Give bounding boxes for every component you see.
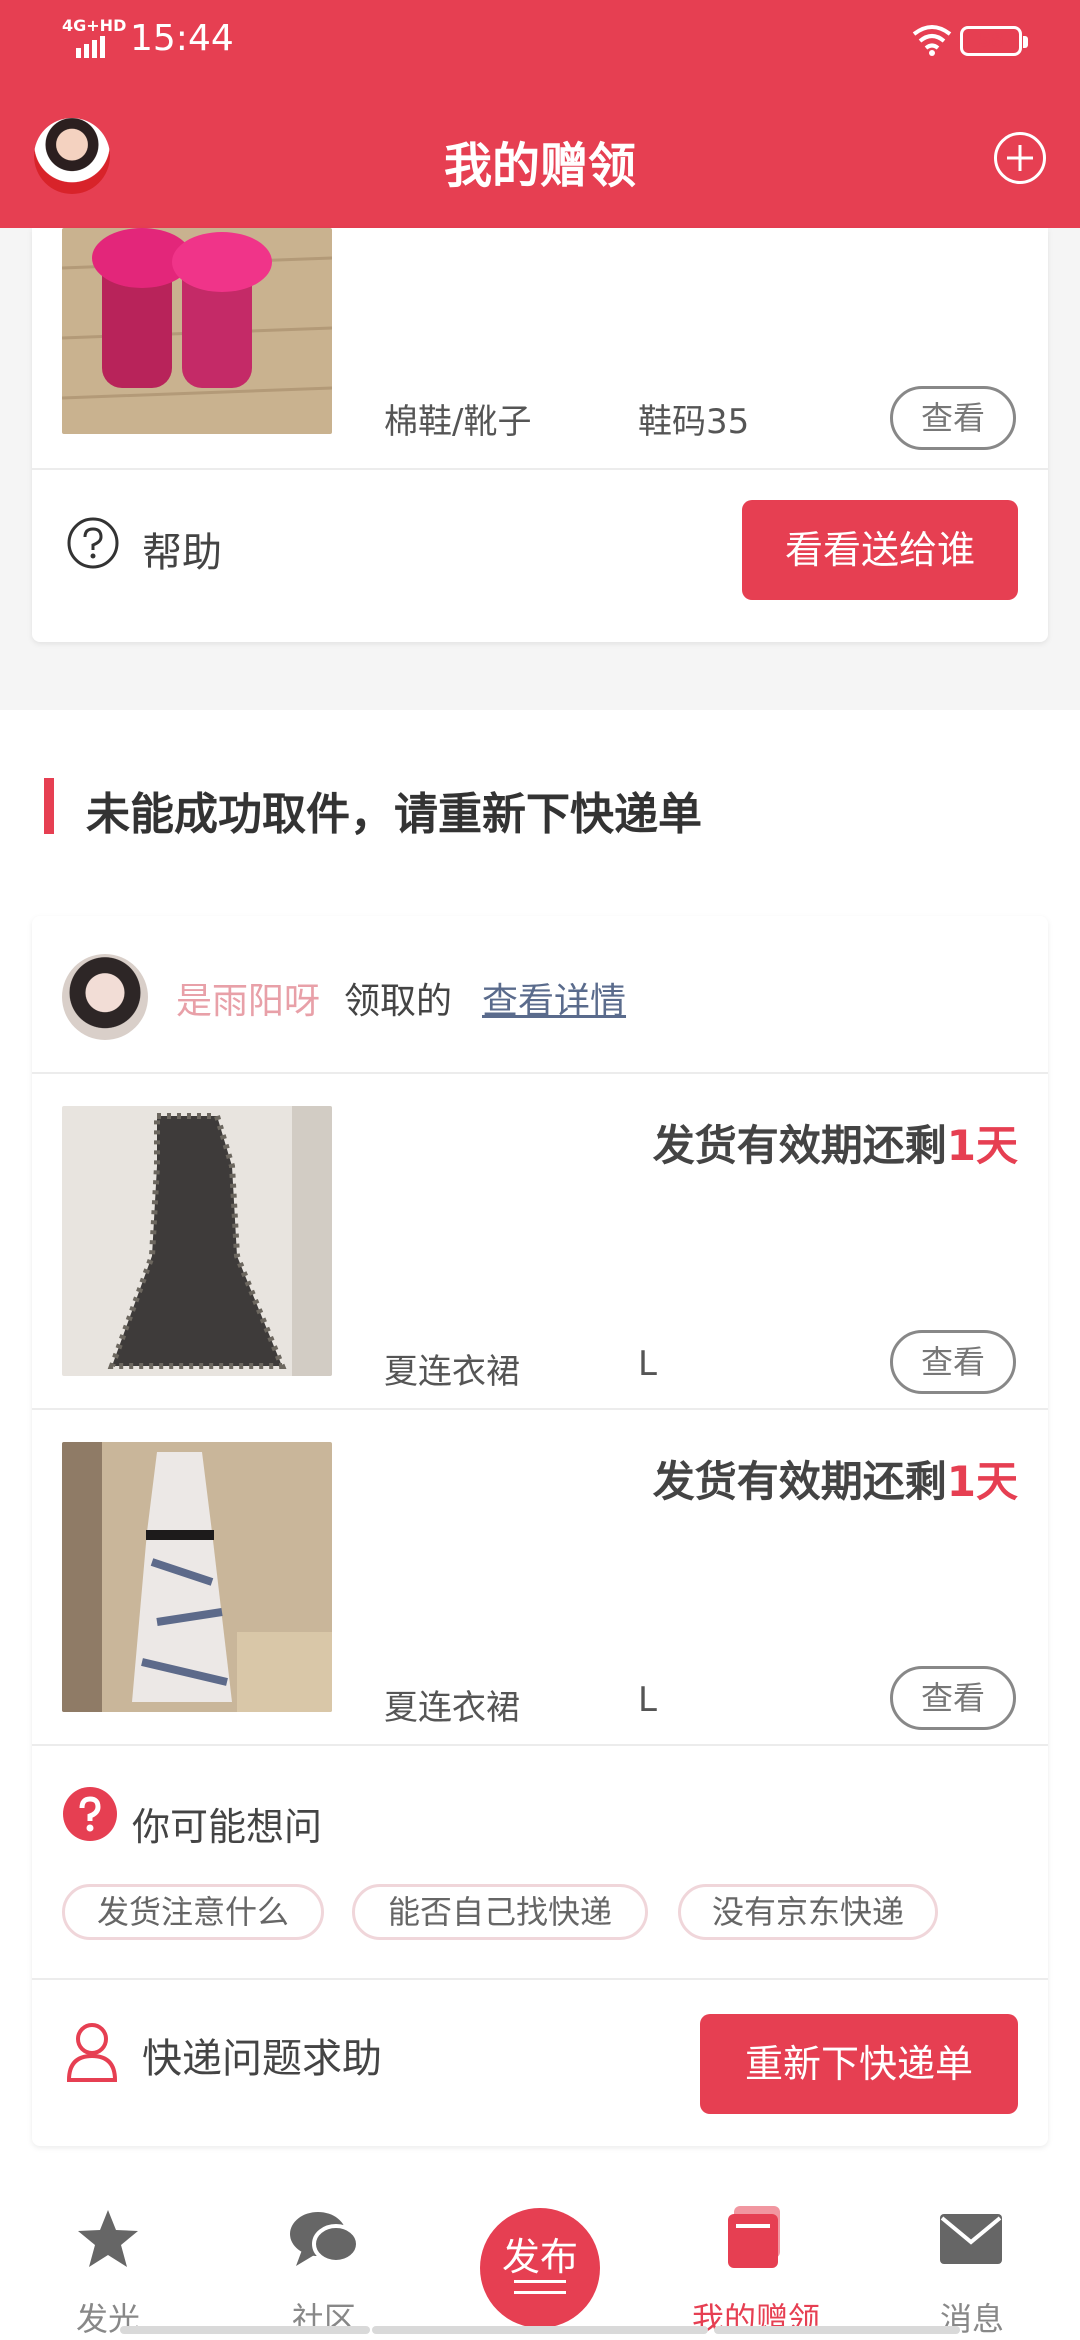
divider xyxy=(32,1978,1048,1980)
gift-card-top: 棉鞋/靴子 鞋码35 查看 帮助 看看送给谁 xyxy=(32,228,1048,642)
nav-item-community[interactable]: 社区 xyxy=(244,2180,404,2340)
scroll-indicator xyxy=(714,2326,960,2334)
divider xyxy=(32,1408,1048,1410)
item-category: 夏连衣裙 xyxy=(384,1352,520,1392)
view-button[interactable]: 查看 xyxy=(890,1666,1016,1730)
nav-item-messages[interactable]: 消息 xyxy=(892,2180,1052,2340)
envelope-icon xyxy=(940,2214,1002,2264)
dress-thumbnail[interactable] xyxy=(62,1106,332,1376)
faq-tag[interactable]: 没有京东快递 xyxy=(678,1884,938,1940)
deadline-value: 1天 xyxy=(946,1457,1018,1506)
battery-icon: 58 xyxy=(960,26,1028,56)
view-button[interactable]: 查看 xyxy=(890,1330,1016,1394)
faq-tag[interactable]: 发货注意什么 xyxy=(62,1884,324,1940)
deadline-prefix: 发货有效期还剩 xyxy=(652,1121,947,1170)
deadline-text: 发货有效期还剩1天 xyxy=(653,1112,1018,1173)
gift-box-icon xyxy=(728,2206,780,2268)
question-filled-icon xyxy=(63,1787,117,1841)
nav-item-shine[interactable]: 发光 xyxy=(28,2180,188,2340)
express-help-link[interactable]: 快递问题求助 xyxy=(142,2026,382,2084)
item-size: 鞋码35 xyxy=(638,402,750,442)
item-size: L xyxy=(638,1680,657,1720)
nav-item-my-gifts[interactable]: 我的赠领 xyxy=(676,2180,836,2340)
boots-thumbnail[interactable] xyxy=(62,228,332,434)
scroll-indicator xyxy=(372,2326,708,2334)
divider xyxy=(32,1744,1048,1746)
dress-thumbnail[interactable] xyxy=(62,1442,332,1712)
deadline-value: 1天 xyxy=(946,1121,1018,1170)
reorder-express-button[interactable]: 重新下快递单 xyxy=(700,2014,1018,2114)
view-button[interactable]: 查看 xyxy=(890,386,1016,450)
pickup-failed-card: 是雨阳呀 领取的 查看详情 发货有效期还剩1天 夏连衣裙 L 查看 发货有效期还… xyxy=(32,916,1048,2146)
faq-tag[interactable]: 能否自己找快递 xyxy=(352,1884,648,1940)
bottom-nav: 发光 社区 发布 我的赠领 消息 xyxy=(0,2180,1080,2340)
detail-link[interactable]: 查看详情 xyxy=(482,972,626,1024)
publish-label: 发布 xyxy=(501,2235,578,2279)
add-icon[interactable] xyxy=(994,132,1046,184)
section-title: 未能成功取件，请重新下快递单 xyxy=(86,789,702,840)
item-size: L xyxy=(638,1344,657,1384)
item-category: 夏连衣裙 xyxy=(384,1688,520,1728)
wifi-icon xyxy=(912,25,952,56)
deadline-prefix: 发货有效期还剩 xyxy=(652,1457,947,1506)
claimer-avatar[interactable] xyxy=(62,954,148,1040)
chat-bubble-icon xyxy=(290,2212,360,2266)
divider xyxy=(32,468,1048,470)
signal-icon xyxy=(76,36,105,58)
divider xyxy=(32,1072,1048,1074)
scroll-indicator xyxy=(120,2326,370,2334)
status-bar: 4G+HD 15:44 58 xyxy=(0,0,1080,84)
publish-button[interactable]: 发布 xyxy=(480,2208,600,2328)
status-time: 15:44 xyxy=(130,18,234,59)
battery-percent: 58 xyxy=(978,30,1004,51)
section-accent-bar xyxy=(44,778,54,834)
see-recipient-button[interactable]: 看看送给谁 xyxy=(742,500,1018,600)
item-category: 棉鞋/靴子 xyxy=(384,402,532,442)
app-header: 4G+HD 15:44 58 我的赠领 xyxy=(0,0,1080,228)
person-icon xyxy=(66,2023,118,2082)
claimer-name[interactable]: 是雨阳呀 xyxy=(176,972,320,1024)
star-icon xyxy=(78,2210,138,2267)
page-title: 我的赠领 xyxy=(443,138,636,194)
question-icon xyxy=(67,517,119,569)
publish-icon xyxy=(514,2280,566,2294)
faq-title: 你可能想问 xyxy=(132,1805,323,1849)
help-link[interactable]: 帮助 xyxy=(142,520,222,578)
claimed-text: 领取的 xyxy=(344,981,453,1022)
deadline-text: 发货有效期还剩1天 xyxy=(653,1448,1018,1509)
